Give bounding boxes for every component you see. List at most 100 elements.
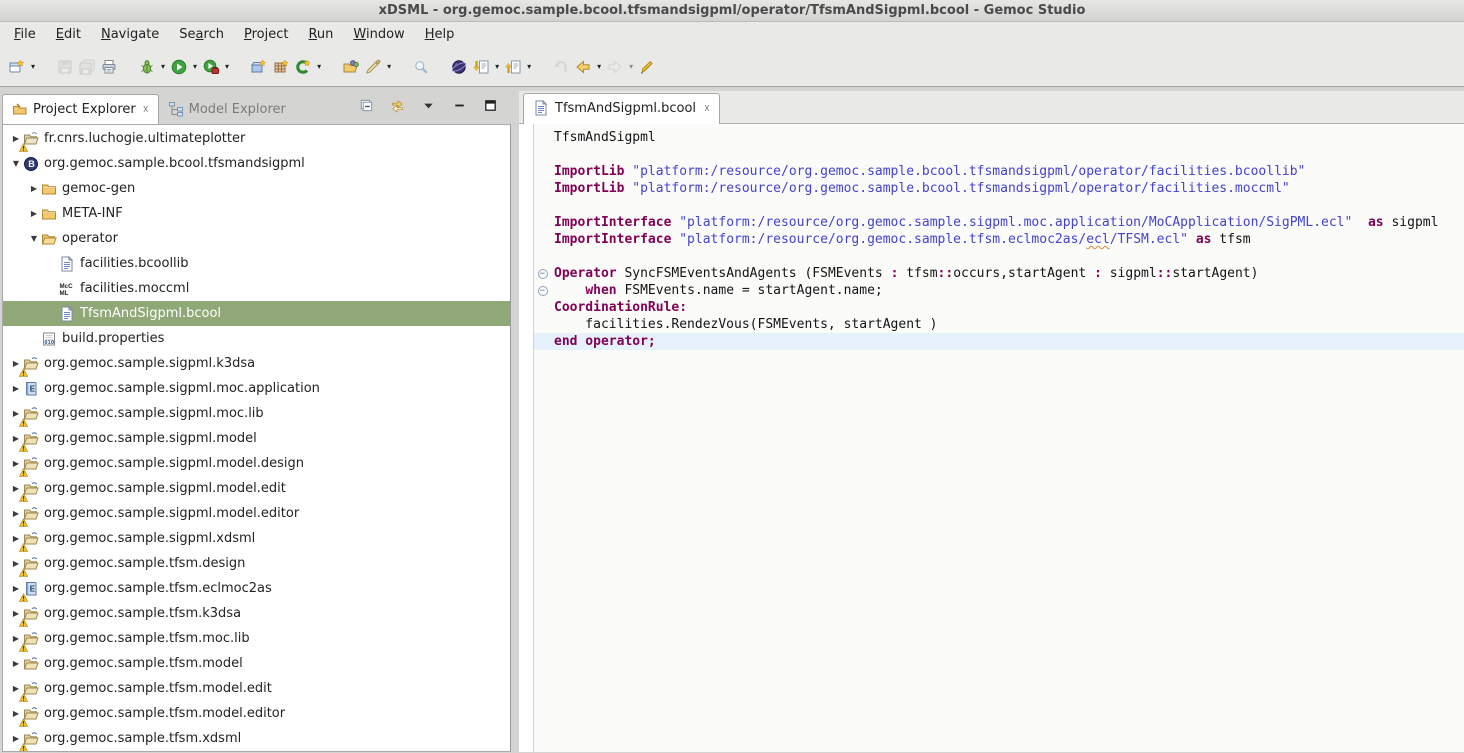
- open-web-browser-button[interactable]: [448, 56, 470, 78]
- tab-editor-tfsmandsigpml[interactable]: TfsmAndSigpml.bcool ☓: [523, 93, 720, 124]
- tree-item[interactable]: ▶org.gemoc.sample.sigpml.xdsml: [3, 526, 510, 551]
- dropdown-arrow-icon[interactable]: ▾: [225, 62, 229, 71]
- collapse-arrow-icon[interactable]: ▼: [9, 159, 23, 168]
- menu-file[interactable]: File: [4, 24, 46, 45]
- dropdown-arrow-icon[interactable]: ▾: [527, 62, 531, 71]
- forward-button[interactable]: ▾: [604, 56, 636, 78]
- tree-item[interactable]: ▶ META-INF: [3, 201, 510, 226]
- collapse-all-button[interactable]: [356, 95, 377, 116]
- tree-item[interactable]: facilities.bcoollib: [3, 251, 510, 276]
- expand-arrow-icon[interactable]: ▶: [27, 209, 41, 218]
- tree-item[interactable]: ▶org.gemoc.sample.sigpml.model.editor: [3, 501, 510, 526]
- debug-button[interactable]: ▾: [136, 56, 168, 78]
- dropdown-arrow-icon[interactable]: ▾: [597, 62, 601, 71]
- tree-item[interactable]: ▶org.gemoc.sample.sigpml.model: [3, 426, 510, 451]
- menu-window[interactable]: Window: [343, 24, 414, 45]
- dropdown-arrow-icon[interactable]: ▾: [193, 62, 197, 71]
- menu-run[interactable]: Run: [298, 24, 343, 45]
- minimize-button[interactable]: [449, 95, 470, 116]
- tree-item[interactable]: ▶org.gemoc.sample.tfsm.xdsml: [3, 726, 510, 751]
- code-editor[interactable]: TfsmAndSigpmlImportLib "platform:/resour…: [534, 124, 1464, 752]
- run-button[interactable]: ▾: [168, 56, 200, 78]
- save-all-button[interactable]: [76, 56, 98, 78]
- collapse-arrow-icon[interactable]: ▼: [27, 234, 41, 243]
- tree-item-label: TfsmAndSigpml.bcool: [80, 306, 227, 321]
- dropdown-arrow-icon[interactable]: ▾: [387, 62, 391, 71]
- search-icon: [413, 59, 429, 75]
- tab-project-explorer[interactable]: Project Explorer ☓: [2, 94, 159, 124]
- tree-item[interactable]: TfsmAndSigpml.bcool: [3, 301, 510, 326]
- fold-column: [534, 146, 551, 163]
- close-icon[interactable]: ☓: [702, 102, 710, 115]
- save-button[interactable]: [54, 56, 76, 78]
- fold-column: [534, 163, 551, 180]
- panel-sash[interactable]: [511, 91, 519, 752]
- link-with-editor-button[interactable]: [387, 95, 408, 116]
- save-icon: [57, 59, 73, 75]
- tree-item[interactable]: 010build.properties: [3, 326, 510, 351]
- search-button[interactable]: [410, 56, 432, 78]
- new-wizard-button[interactable]: ▾: [6, 56, 38, 78]
- last-edit-location-button[interactable]: [550, 56, 572, 78]
- tree-item[interactable]: ▶org.gemoc.sample.tfsm.model.edit: [3, 676, 510, 701]
- toolbar-group: ▾▾: [550, 56, 658, 78]
- dropdown-arrow-icon[interactable]: ▾: [495, 62, 499, 71]
- model-explorer-icon: [168, 101, 184, 117]
- brush-button[interactable]: ▾: [362, 56, 394, 78]
- view-menu-button[interactable]: [418, 95, 439, 116]
- tree-item[interactable]: ▶org.gemoc.sample.tfsm.design: [3, 551, 510, 576]
- tree-item[interactable]: ▶fr.cnrs.luchogie.ultimateplotter: [3, 126, 510, 151]
- tree-item[interactable]: ▼Borg.gemoc.sample.bcool.tfsmandsigpml: [3, 151, 510, 176]
- previous-annotation-button[interactable]: ▾: [502, 56, 534, 78]
- fold-collapse-icon[interactable]: −: [538, 269, 548, 279]
- menu-search[interactable]: Search: [169, 24, 234, 45]
- tree-item[interactable]: ▶Eorg.gemoc.sample.tfsm.eclmoc2as: [3, 576, 510, 601]
- menu-project[interactable]: Project: [234, 24, 299, 45]
- menu-navigate[interactable]: Navigate: [91, 24, 169, 45]
- code-token: startAgent): [1172, 266, 1258, 281]
- expand-arrow-icon[interactable]: ▶: [9, 384, 23, 393]
- tree-item[interactable]: McCMLfacilities.moccml: [3, 276, 510, 301]
- back-button[interactable]: ▾: [572, 56, 604, 78]
- project-tree[interactable]: ▶fr.cnrs.luchogie.ultimateplotter▼Borg.g…: [2, 124, 511, 752]
- svg-text:010: 010: [44, 340, 55, 346]
- fold-collapse-icon[interactable]: −: [538, 286, 548, 296]
- import-button[interactable]: [340, 56, 362, 78]
- tree-item[interactable]: ▶org.gemoc.sample.sigpml.model.design: [3, 451, 510, 476]
- new-plugin-project-button[interactable]: [270, 56, 292, 78]
- tree-item[interactable]: ▶org.gemoc.sample.sigpml.k3dsa: [3, 351, 510, 376]
- tree-item[interactable]: ▶org.gemoc.sample.sigpml.moc.lib: [3, 401, 510, 426]
- tree-item[interactable]: ▶gemoc-gen: [3, 176, 510, 201]
- new-gemoc-project-button[interactable]: [248, 56, 270, 78]
- forward-icon: [607, 59, 623, 75]
- close-icon[interactable]: ☓: [141, 103, 149, 116]
- dropdown-arrow-icon[interactable]: ▾: [317, 62, 321, 71]
- tree-item[interactable]: ▶Eorg.gemoc.sample.sigpml.moc.applicatio…: [3, 376, 510, 401]
- tab-model-explorer[interactable]: Model Explorer: [159, 95, 295, 124]
- expand-arrow-icon[interactable]: ▶: [9, 659, 23, 668]
- menu-edit[interactable]: Edit: [46, 24, 91, 45]
- dropdown-arrow-icon[interactable]: ▾: [629, 62, 633, 71]
- tree-item-label: META-INF: [62, 206, 129, 221]
- annotation-ruler[interactable]: [519, 124, 534, 752]
- tree-item[interactable]: ▶org.gemoc.sample.tfsm.moc.lib: [3, 626, 510, 651]
- mark-occurrences-button[interactable]: [636, 56, 658, 78]
- view-menu-icon: [421, 98, 436, 113]
- new-clock-constraint-button[interactable]: ▾: [292, 56, 324, 78]
- print-button[interactable]: [98, 56, 120, 78]
- expand-arrow-icon[interactable]: ▶: [27, 184, 41, 193]
- maximize-button[interactable]: [480, 95, 501, 116]
- tree-item[interactable]: ▼operator: [3, 226, 510, 251]
- dropdown-arrow-icon[interactable]: ▾: [31, 62, 35, 71]
- code-token: ImportInterface: [554, 215, 671, 230]
- menu-help[interactable]: Help: [415, 24, 465, 45]
- tree-item-label: fr.cnrs.luchogie.ultimateplotter: [44, 131, 251, 146]
- tree-item[interactable]: ▶org.gemoc.sample.tfsm.k3dsa: [3, 601, 510, 626]
- dropdown-arrow-icon[interactable]: ▾: [161, 62, 165, 71]
- tree-item[interactable]: ▶org.gemoc.sample.tfsm.model.editor: [3, 701, 510, 726]
- run-external-tools-button[interactable]: ▾: [200, 56, 232, 78]
- tree-item[interactable]: ▶org.gemoc.sample.tfsm.model: [3, 651, 510, 676]
- next-annotation-button[interactable]: ▾: [470, 56, 502, 78]
- tree-item[interactable]: ▶org.gemoc.sample.sigpml.model.edit: [3, 476, 510, 501]
- warning-overlay-icon: [19, 566, 28, 575]
